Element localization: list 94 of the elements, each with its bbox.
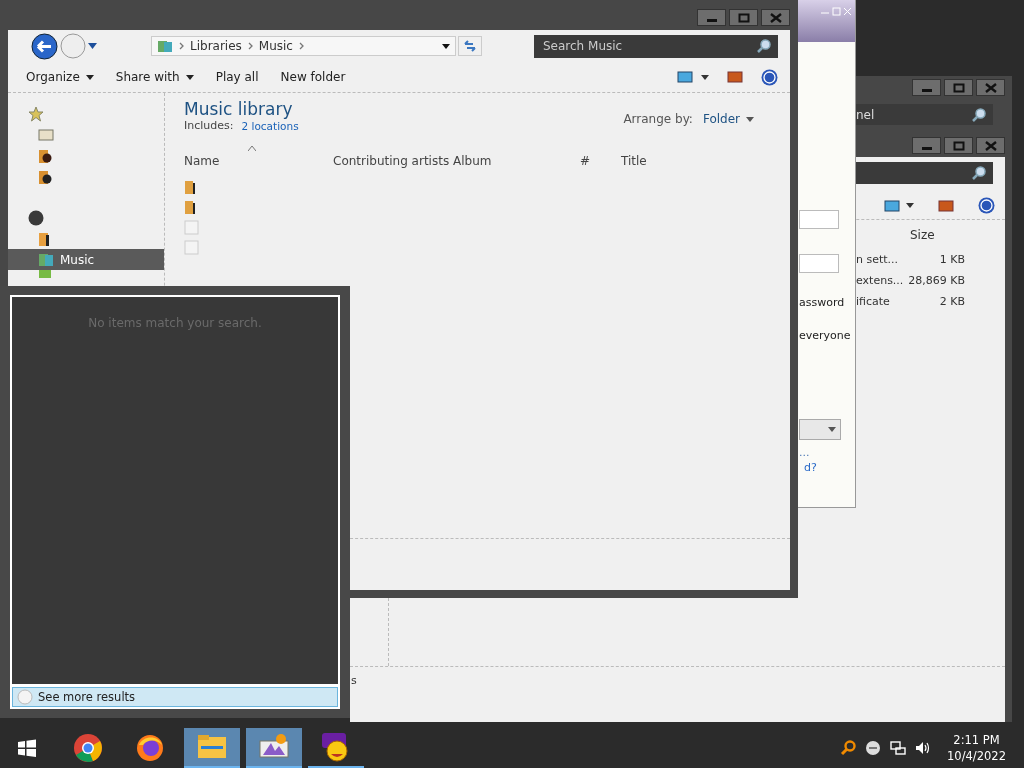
- checkbox-label: assword: [799, 296, 845, 309]
- folder-icon[interactable]: [184, 180, 198, 195]
- back-button[interactable]: [31, 32, 58, 60]
- volume-icon[interactable]: [915, 740, 932, 756]
- ellipsis-text: ...: [799, 446, 810, 459]
- caret-icon[interactable]: [88, 43, 97, 49]
- chrome-icon: [73, 733, 103, 763]
- music-library-icon: [157, 39, 173, 53]
- maximize-icon: [737, 12, 750, 23]
- address-bar[interactable]: Libraries Music: [151, 36, 456, 56]
- status-text: s: [351, 674, 357, 687]
- caret-icon: [85, 74, 94, 80]
- maximize-icon: [952, 140, 965, 151]
- breadcrumb-item[interactable]: Music: [258, 39, 293, 53]
- close-button[interactable]: [976, 137, 1005, 154]
- folder-icon: [38, 230, 52, 247]
- library-title: Music library: [184, 99, 294, 119]
- chevron-icon[interactable]: [299, 42, 304, 50]
- toolbar-button[interactable]: New folder: [280, 70, 346, 84]
- close-icon: [984, 140, 997, 151]
- preview-pane-icon[interactable]: [938, 199, 954, 212]
- view-icon[interactable]: [884, 199, 900, 212]
- includes-label: Includes:: [184, 119, 234, 132]
- table-cell: 28,869 KB: [908, 274, 965, 287]
- input-field[interactable]: [799, 210, 839, 229]
- clock[interactable]: 2:11 PM 10/4/2022: [947, 732, 1006, 764]
- desktop-icon: [38, 127, 54, 142]
- input-field[interactable]: [799, 254, 839, 273]
- folder-icon: [197, 734, 227, 760]
- close-icon: [769, 12, 782, 23]
- paint-icon: [257, 733, 291, 761]
- minimize-button[interactable]: [912, 79, 941, 96]
- radio-label: everyone: [799, 329, 851, 342]
- close-button[interactable]: [761, 9, 790, 26]
- caret-icon: [185, 74, 194, 80]
- toolbar-button[interactable]: Share with: [115, 70, 194, 84]
- help-icon[interactable]: [761, 68, 778, 86]
- folder-icon[interactable]: [184, 200, 198, 215]
- caret-icon[interactable]: [442, 43, 450, 49]
- arrange-label: Arrange by:: [623, 112, 693, 126]
- taskbar-button[interactable]: [246, 728, 302, 768]
- windows-logo-icon: [17, 738, 37, 758]
- sidebar-item[interactable]: Music: [8, 249, 164, 270]
- arrange-dropdown[interactable]: Folder: [702, 112, 754, 126]
- caret-icon[interactable]: [906, 203, 914, 208]
- column-header[interactable]: #: [580, 154, 591, 168]
- table-cell: 2 KB: [939, 295, 965, 308]
- search-field[interactable]: nel: [856, 104, 993, 125]
- search-field[interactable]: Search Music: [534, 34, 778, 58]
- table-cell: extens...: [856, 274, 904, 287]
- caret-icon[interactable]: [701, 74, 709, 80]
- network-icon[interactable]: [890, 740, 907, 756]
- chevron-icon[interactable]: [247, 42, 253, 50]
- help-link[interactable]: d?: [804, 461, 817, 474]
- breadcrumb-item[interactable]: Libraries: [190, 39, 242, 53]
- maximize-icon: [952, 82, 965, 93]
- view-icon[interactable]: [677, 71, 693, 83]
- pictures-icon: [38, 270, 52, 278]
- folder-icon: [38, 168, 52, 185]
- chevron-icon[interactable]: [179, 42, 184, 50]
- table-cell: n sett...: [856, 253, 899, 266]
- caret-icon: [828, 427, 836, 432]
- help-icon[interactable]: [978, 197, 995, 214]
- minimize-button[interactable]: [697, 9, 726, 26]
- column-header[interactable]: Title: [621, 154, 647, 168]
- status-icon[interactable]: [865, 740, 882, 756]
- refresh-button[interactable]: [458, 36, 482, 56]
- firefox-icon: [135, 733, 165, 763]
- folder-icon: [38, 147, 52, 164]
- maximize-button[interactable]: [729, 9, 758, 26]
- see-more-results-button[interactable]: See more results: [12, 687, 338, 707]
- table-cell: ificate: [856, 295, 890, 308]
- column-header[interactable]: Album: [453, 154, 492, 168]
- maximize-button[interactable]: [944, 79, 973, 96]
- caret-icon: [746, 116, 754, 122]
- preview-pane-icon[interactable]: [727, 71, 743, 83]
- refresh-icon: [463, 40, 477, 52]
- locations-link[interactable]: 2 locations: [241, 120, 299, 132]
- toolbar-button[interactable]: Organize: [26, 70, 94, 84]
- table-cell: 1 KB: [939, 253, 965, 266]
- sort-caret-icon: [248, 146, 256, 151]
- dropdown[interactable]: [799, 419, 841, 440]
- minimize-button[interactable]: [912, 137, 941, 154]
- column-header[interactable]: Size: [910, 228, 935, 242]
- star-icon: [28, 105, 44, 122]
- close-button[interactable]: [976, 79, 1005, 96]
- maximize-button[interactable]: [944, 137, 973, 154]
- close-icon: [984, 82, 997, 93]
- search-field[interactable]: [856, 162, 993, 184]
- toolbar-button[interactable]: Play all: [215, 70, 259, 84]
- column-header[interactable]: Name: [184, 154, 220, 168]
- music-library-icon: [38, 252, 54, 267]
- column-header[interactable]: Contributing artists: [333, 154, 450, 168]
- library-icon: [28, 209, 44, 226]
